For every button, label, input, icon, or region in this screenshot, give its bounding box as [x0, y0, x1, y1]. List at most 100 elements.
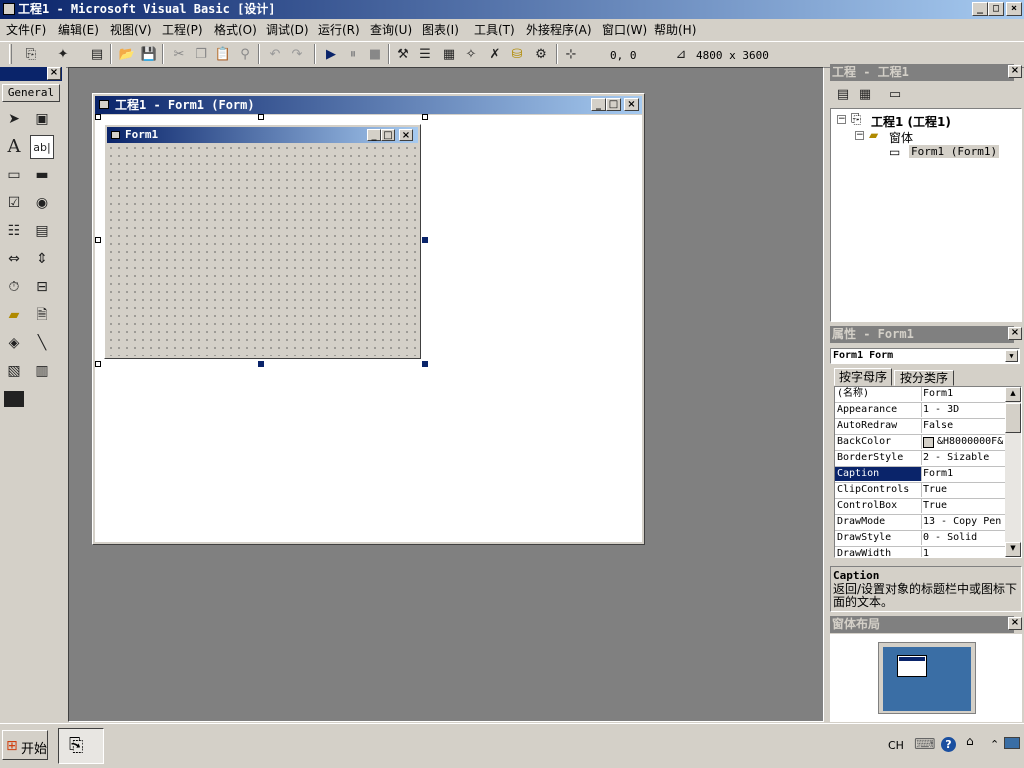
filelistbox-tool-icon[interactable]: 🗎	[30, 303, 54, 327]
toolbox-close-button[interactable]: ×	[47, 67, 61, 80]
component-manager-icon[interactable]: ⚙	[532, 46, 550, 64]
view-code-icon[interactable]: ▤	[834, 86, 852, 104]
designer-minimize-button[interactable]: _	[591, 98, 606, 111]
textbox-tool-icon[interactable]: ab|	[30, 135, 54, 159]
resize-handle-southeast[interactable]	[422, 361, 428, 367]
copy-icon[interactable]: ❐	[192, 46, 210, 64]
combobox-tool-icon[interactable]: ☷	[2, 219, 26, 243]
maximize-button[interactable]: □	[988, 2, 1004, 16]
taskbar-vb-button[interactable]: ⎘	[58, 728, 104, 764]
dropdown-arrow-icon[interactable]: ▼	[1005, 350, 1018, 362]
expand-tray-icon[interactable]: ⌃	[990, 738, 999, 751]
start-button[interactable]: ⊞ 开始	[2, 730, 48, 760]
properties-close-button[interactable]: ×	[1008, 327, 1022, 340]
property-value[interactable]: Form1	[923, 387, 1003, 401]
optionbutton-tool-icon[interactable]: ◉	[30, 191, 54, 215]
picturebox-tool-icon[interactable]: ▣	[30, 107, 54, 131]
form-position-preview[interactable]	[897, 655, 927, 677]
ole-tool-icon[interactable]	[4, 391, 24, 407]
hscrollbar-tool-icon[interactable]: ⇔	[2, 247, 26, 271]
property-value[interactable]: True	[923, 483, 1003, 497]
property-value[interactable]: 1 - 3D	[923, 403, 1003, 417]
form1-titlebar[interactable]: Form1 _ □ ×	[107, 127, 418, 143]
language-indicator[interactable]: CH	[888, 739, 904, 752]
property-row[interactable]: ControlBox True	[835, 499, 1005, 515]
property-row[interactable]: DrawMode 13 - Copy Pen	[835, 515, 1005, 531]
menu-view[interactable]: 视图(V)	[110, 19, 152, 41]
property-row[interactable]: BackColor &H8000000F&	[835, 435, 1005, 451]
property-row[interactable]: DrawWidth 1	[835, 547, 1005, 557]
cut-icon[interactable]: ✂	[170, 46, 188, 64]
scroll-up-button[interactable]: ▲	[1005, 387, 1021, 402]
property-value[interactable]: 13 - Copy Pen	[923, 515, 1003, 529]
tree-collapse-icon[interactable]: −	[855, 131, 864, 140]
listbox-tool-icon[interactable]: ▤	[30, 219, 54, 243]
close-button[interactable]: ×	[1006, 2, 1022, 16]
tree-item-form1[interactable]: Form1 (Form1)	[909, 145, 1000, 158]
property-value[interactable]: 0 - Solid	[923, 531, 1003, 545]
menu-help[interactable]: 帮助(H)	[654, 19, 696, 41]
designer-titlebar[interactable]: 工程1 - Form1 (Form) _ □ ×	[95, 96, 642, 114]
property-row[interactable]: Caption Form1	[835, 467, 1005, 483]
menu-addins[interactable]: 外接程序(A)	[526, 19, 592, 41]
data-tool-icon[interactable]: ▥	[30, 359, 54, 383]
menu-debug[interactable]: 调试(D)	[266, 19, 309, 41]
object-selector[interactable]: Form1 Form ▼	[830, 348, 1020, 364]
designer-close-button[interactable]: ×	[624, 98, 639, 111]
tab-alphabetic[interactable]: 按字母序	[834, 368, 892, 386]
property-row[interactable]: BorderStyle 2 - Sizable	[835, 451, 1005, 467]
save-icon[interactable]: 💾	[140, 46, 158, 64]
property-value[interactable]: False	[923, 419, 1003, 433]
minimize-button[interactable]: _	[972, 2, 988, 16]
menu-project[interactable]: 工程(P)	[162, 19, 203, 41]
property-value[interactable]: &H8000000F&	[937, 435, 1003, 449]
find-icon[interactable]: ⚲	[236, 46, 254, 64]
drivelistbox-tool-icon[interactable]: ⊟	[30, 275, 54, 299]
toggle-folders-icon[interactable]: ▭	[886, 86, 904, 104]
form1-close-button[interactable]: ×	[399, 129, 413, 141]
add-form-icon[interactable]: ✦	[54, 46, 72, 64]
tab-categorized[interactable]: 按分类序	[894, 370, 954, 386]
timer-tool-icon[interactable]: ⏱	[2, 275, 26, 299]
redo-icon[interactable]: ↷	[288, 46, 306, 64]
property-scrollbar[interactable]: ▲ ▼	[1005, 387, 1021, 557]
properties-window-icon[interactable]: ☰	[416, 46, 434, 64]
property-value[interactable]: True	[923, 499, 1003, 513]
paste-icon[interactable]: 📋	[214, 46, 232, 64]
resize-handle-south[interactable]	[258, 361, 264, 367]
scroll-thumb[interactable]	[1005, 403, 1021, 433]
add-project-icon[interactable]: ⎘	[22, 46, 40, 64]
form1-minimize-button[interactable]: _	[367, 129, 381, 141]
keyboard-icon[interactable]: ⌨	[914, 735, 936, 753]
scroll-down-button[interactable]: ▼	[1005, 542, 1021, 557]
toolbox-icon[interactable]: ✗	[486, 46, 504, 64]
project-explorer-icon[interactable]: ⚒	[394, 46, 412, 64]
menu-query[interactable]: 查询(U)	[370, 19, 412, 41]
menu-edit[interactable]: 编辑(E)	[58, 19, 99, 41]
tree-root-label[interactable]: 工程1 (工程1)	[871, 113, 951, 130]
image-tool-icon[interactable]: ▧	[2, 359, 26, 383]
start-icon[interactable]: ▶	[322, 46, 340, 64]
form1-maximize-button[interactable]: □	[381, 129, 395, 141]
property-row[interactable]: DrawStyle 0 - Solid	[835, 531, 1005, 547]
designer-maximize-button[interactable]: □	[606, 98, 621, 111]
undo-icon[interactable]: ↶	[266, 46, 284, 64]
menu-format[interactable]: 格式(O)	[214, 19, 257, 41]
project-explorer-close-button[interactable]: ×	[1008, 65, 1022, 78]
line-tool-icon[interactable]: ╲	[30, 331, 54, 355]
ime-options-icon[interactable]: ⌂	[966, 734, 974, 748]
break-icon[interactable]: ⏸	[344, 46, 362, 64]
open-icon[interactable]: 📂	[118, 46, 136, 64]
form1-window[interactable]: Form1 _ □ ×	[104, 124, 421, 359]
menu-window[interactable]: 窗口(W)	[602, 19, 647, 41]
menu-diagram[interactable]: 图表(I)	[422, 19, 459, 41]
property-value[interactable]: 2 - Sizable	[923, 451, 1003, 465]
shape-tool-icon[interactable]: ◈	[2, 331, 26, 355]
help-icon[interactable]: ?	[941, 737, 956, 752]
property-value[interactable]: 1	[923, 547, 1003, 557]
view-object-icon[interactable]: ▦	[856, 86, 874, 104]
menu-editor-icon[interactable]: ▤	[88, 46, 106, 64]
toolbox-tab-general[interactable]: General	[2, 84, 60, 102]
commandbutton-tool-icon[interactable]: ▬	[30, 163, 54, 187]
network-icon[interactable]	[1004, 737, 1020, 749]
